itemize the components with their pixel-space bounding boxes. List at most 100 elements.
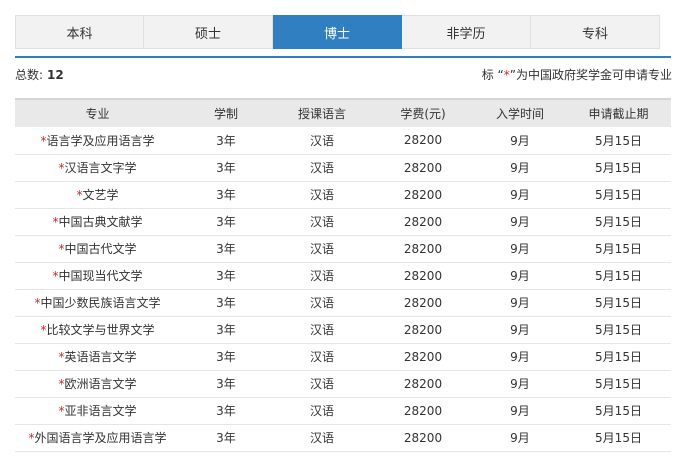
cell-major: *欧洲语言文学 [15, 370, 180, 397]
cell-deadline: 5月15日 [595, 161, 642, 175]
cell-duration: 3年 [216, 296, 236, 310]
cell-tuition: 28200 [403, 241, 443, 256]
major-link[interactable]: 中国现当代文学 [58, 269, 142, 283]
table-row: *比较文学与世界文学 3年 汉语 28200 9月 5月15日 [15, 316, 671, 343]
major-link[interactable]: 外国语言学及应用语言学 [34, 431, 166, 445]
cell-major: *文艺学 [15, 181, 180, 208]
major-link[interactable]: 比较文学与世界文学 [46, 323, 154, 337]
cell-deadline: 5月15日 [595, 188, 642, 202]
cell-intake: 9月 [510, 350, 530, 364]
cell-deadline: 5月15日 [595, 242, 642, 256]
major-link[interactable]: 文艺学 [82, 188, 118, 202]
cell-duration: 3年 [216, 188, 236, 202]
cell-major: *英语语言文学 [15, 343, 180, 370]
cell-deadline: 5月15日 [595, 133, 642, 148]
cell-duration: 3年 [216, 269, 236, 283]
cell-tuition: 28200 [403, 295, 443, 310]
header-tuition: 学费(元) [400, 107, 446, 121]
cell-major: *中国少数民族语言文学 [15, 289, 180, 316]
major-link[interactable]: 中国古代文学 [64, 242, 136, 256]
degree-tabs: 本科 硕士 博士 非学历 专科 [15, 15, 661, 49]
cell-deadline: 5月15日 [595, 377, 642, 391]
cell-intake: 9月 [510, 323, 530, 337]
major-link[interactable]: 亚非语言文学 [64, 404, 136, 418]
cell-language: 汉语 [309, 242, 334, 256]
cell-intake: 9月 [510, 161, 530, 175]
cell-language: 汉语 [309, 133, 334, 148]
cell-deadline: 5月15日 [595, 350, 642, 364]
cell-deadline: 5月15日 [595, 404, 642, 418]
cell-duration: 3年 [216, 431, 236, 445]
tab-master[interactable]: 硕士 [144, 15, 273, 49]
header-deadline: 申请截止期 [588, 107, 649, 121]
note-prefix: 标 “ [481, 68, 504, 82]
table-row: *中国现当代文学 3年 汉语 28200 9月 5月15日 [15, 262, 671, 289]
tab-underline-divider [15, 56, 671, 58]
cell-duration: 3年 [216, 161, 236, 175]
cell-intake: 9月 [510, 269, 530, 283]
cell-language: 汉语 [309, 323, 334, 337]
total-count: 总数: 12 [15, 66, 64, 83]
cell-language: 汉语 [309, 269, 334, 283]
cell-duration: 3年 [216, 133, 236, 148]
cell-intake: 9月 [510, 188, 530, 202]
cell-language: 汉语 [309, 296, 334, 310]
cell-tuition: 28200 [403, 214, 443, 229]
cell-tuition: 28200 [403, 187, 443, 202]
cell-tuition: 28200 [403, 133, 443, 148]
cell-language: 汉语 [309, 350, 334, 364]
cell-major: *外国语言学及应用语言学 [15, 424, 180, 451]
header-major: 专业 [85, 107, 110, 121]
major-link[interactable]: 中国少数民族语言文学 [40, 296, 160, 310]
cell-major: *中国古典文献学 [15, 208, 180, 235]
cell-duration: 3年 [216, 404, 236, 418]
total-count-value: 12 [47, 68, 64, 82]
cell-major: *比较文学与世界文学 [15, 316, 180, 343]
cell-duration: 3年 [216, 377, 236, 391]
cell-language: 汉语 [309, 188, 334, 202]
table-row: *中国少数民族语言文学 3年 汉语 28200 9月 5月15日 [15, 289, 671, 316]
table-row: *汉语言文字学 3年 汉语 28200 9月 5月15日 [15, 154, 671, 181]
cell-tuition: 28200 [403, 376, 443, 391]
cell-deadline: 5月15日 [595, 269, 642, 283]
table-row: *亚非语言文学 3年 汉语 28200 9月 5月15日 [15, 397, 671, 424]
cell-major: *中国古代文学 [15, 235, 180, 262]
cell-intake: 9月 [510, 404, 530, 418]
tab-non-degree[interactable]: 非学历 [402, 15, 531, 49]
table-header-row: 专业 学制 授课语言 学费(元) 入学时间 申请截止期 [15, 99, 671, 127]
cell-language: 汉语 [309, 215, 334, 229]
major-link[interactable]: 语言学及应用语言学 [46, 134, 154, 148]
cell-tuition: 28200 [403, 403, 443, 418]
table-row: *英语语言文学 3年 汉语 28200 9月 5月15日 [15, 343, 671, 370]
cell-duration: 3年 [216, 323, 236, 337]
cell-duration: 3年 [216, 350, 236, 364]
major-link[interactable]: 汉语言文字学 [64, 161, 136, 175]
cell-tuition: 28200 [403, 430, 443, 445]
cell-deadline: 5月15日 [595, 431, 642, 445]
tab-undergraduate[interactable]: 本科 [15, 15, 144, 49]
cell-tuition: 28200 [403, 160, 443, 175]
major-link[interactable]: 英语语言文学 [64, 350, 136, 364]
table-row: *欧洲语言文学 3年 汉语 28200 9月 5月15日 [15, 370, 671, 397]
tab-junior-college[interactable]: 专科 [531, 15, 660, 49]
cell-language: 汉语 [309, 431, 334, 445]
note-suffix: ”为中国政府奖学金可申请专业 [509, 68, 672, 82]
cell-duration: 3年 [216, 215, 236, 229]
cell-tuition: 28200 [403, 322, 443, 337]
total-count-label: 总数: [15, 68, 44, 82]
table-row: *中国古代文学 3年 汉语 28200 9月 5月15日 [15, 235, 671, 262]
table-row: *文艺学 3年 汉语 28200 9月 5月15日 [15, 181, 671, 208]
cell-intake: 9月 [510, 215, 530, 229]
cell-tuition: 28200 [403, 349, 443, 364]
scholarship-note: 标 “*”为中国政府奖学金可申请专业 [482, 66, 672, 83]
cell-deadline: 5月15日 [595, 323, 642, 337]
cell-language: 汉语 [309, 377, 334, 391]
cell-intake: 9月 [510, 242, 530, 256]
cell-intake: 9月 [510, 296, 530, 310]
tab-doctorate[interactable]: 博士 [273, 15, 402, 49]
table-row: *外国语言学及应用语言学 3年 汉语 28200 9月 5月15日 [15, 424, 671, 451]
major-link[interactable]: 欧洲语言文学 [64, 377, 136, 391]
cell-major: *汉语言文字学 [15, 154, 180, 181]
cell-language: 汉语 [309, 404, 334, 418]
major-link[interactable]: 中国古典文献学 [58, 215, 142, 229]
